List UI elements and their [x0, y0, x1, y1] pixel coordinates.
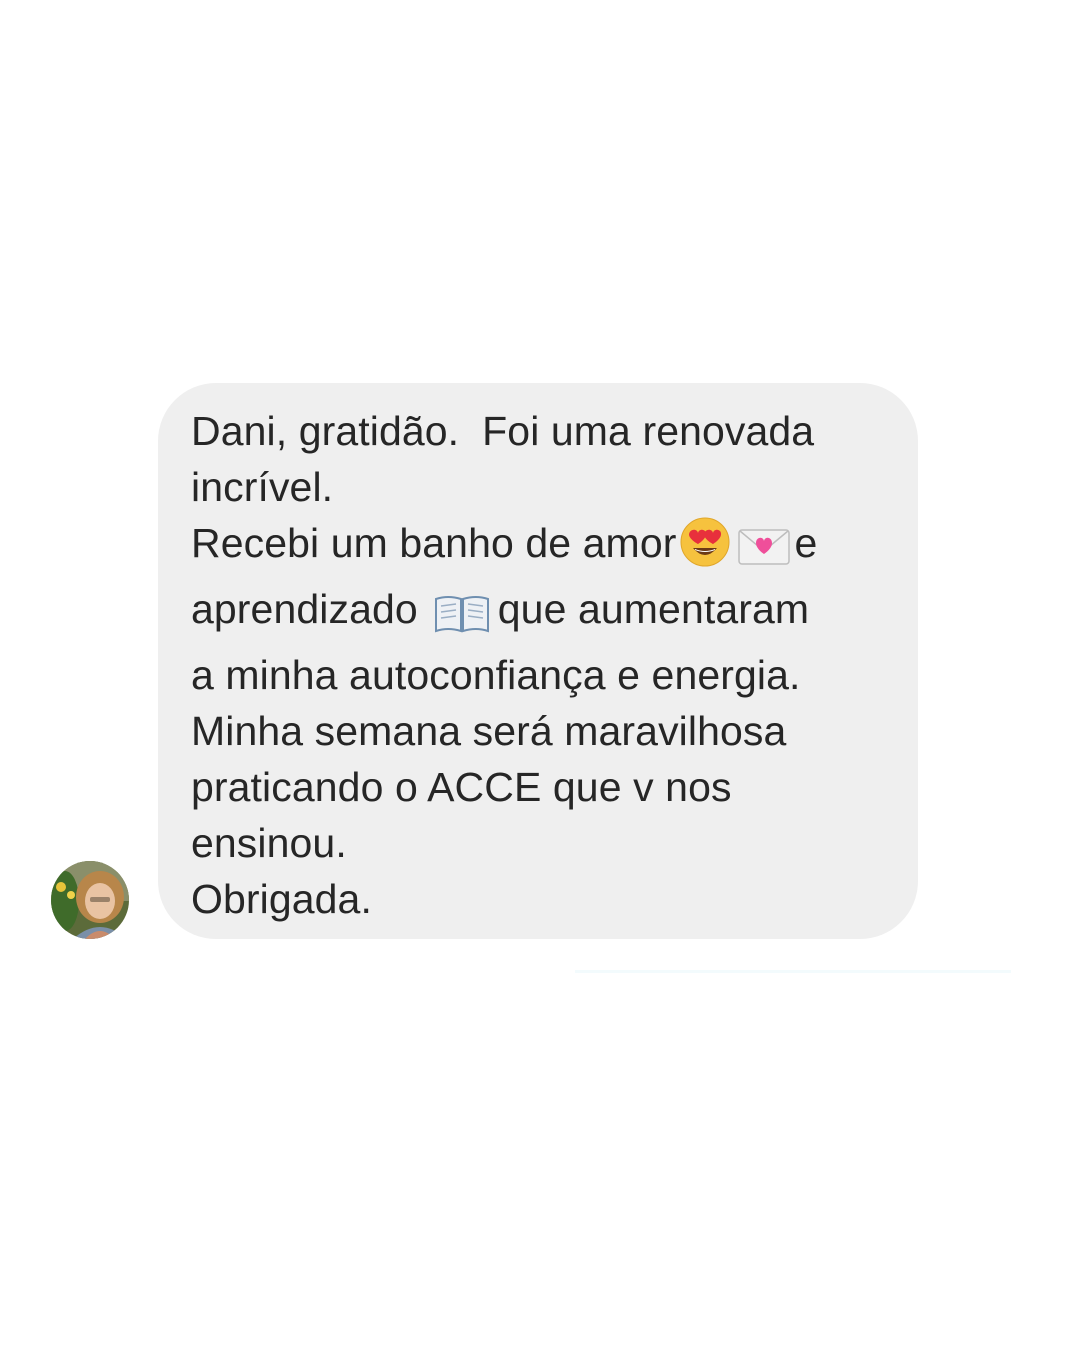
message-bubble[interactable]: Dani, gratidão. Foi uma renovada incríve… [158, 383, 918, 939]
message-text: aprendizado [191, 586, 418, 632]
message-text: e [794, 520, 818, 566]
love-letter-emoji [738, 525, 791, 581]
message-line: Obrigada. [191, 876, 372, 922]
received-message-row: Dani, gratidão. Foi uma renovada incríve… [0, 0, 1080, 1350]
message-line: aprendizado que aumentaram [191, 581, 888, 647]
sender-photo [51, 861, 129, 939]
sender-avatar[interactable] [51, 861, 129, 939]
message-text: Recebi um banho de amor [191, 520, 677, 566]
message-line: Recebi um banho de amor e [191, 515, 888, 581]
message-line: Minha semana será maravilhosa [191, 708, 787, 754]
message-line: ensinou. [191, 820, 347, 866]
message-line: praticando o ACCE que v nos [191, 764, 732, 810]
open-book-emoji [434, 591, 490, 647]
message-line: a minha autoconfiança e energia. [191, 652, 801, 698]
message-line: incrível. [191, 464, 334, 510]
heart-eyes-emoji [680, 517, 730, 581]
divider-line [575, 970, 1011, 973]
chat-screen: Dani, gratidão. Foi uma renovada incríve… [0, 0, 1080, 1350]
message-line: Dani, gratidão. Foi uma renovada [191, 408, 815, 454]
message-text: que aumentaram [497, 586, 810, 632]
